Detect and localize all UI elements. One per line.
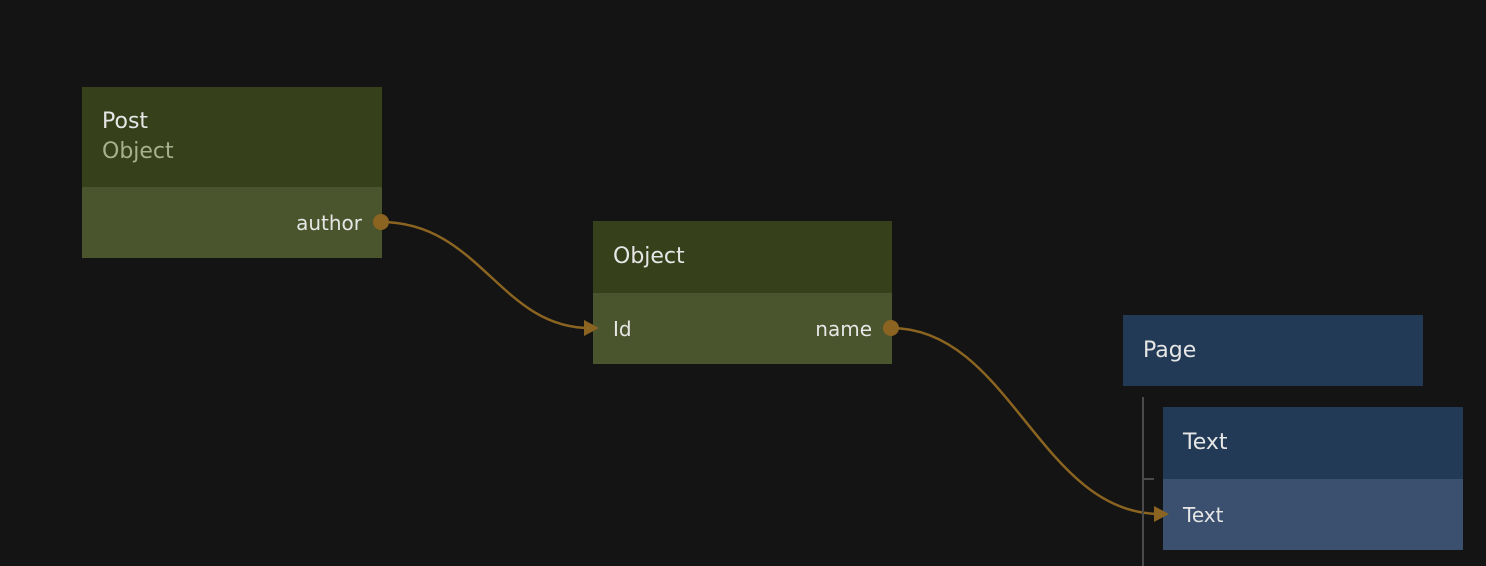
- node-post-port-row-author: author: [82, 187, 382, 258]
- node-post[interactable]: Post Object author: [82, 87, 382, 258]
- node-page-title: Page: [1143, 337, 1197, 363]
- node-object-port-row: Id name: [593, 293, 892, 364]
- port-label-name: name: [815, 316, 872, 341]
- node-post-subtitle: Object: [102, 139, 174, 164]
- node-graph-canvas[interactable]: Post Object author Object Id name Page T…: [0, 0, 1486, 566]
- wire-author-to-id[interactable]: [380, 220, 591, 330]
- tree-line-vertical: [1142, 397, 1144, 566]
- node-text[interactable]: Text Text: [1163, 407, 1463, 550]
- node-text-header[interactable]: Text: [1163, 407, 1463, 479]
- port-label-author: author: [296, 210, 362, 235]
- tree-line-branch: [1142, 478, 1154, 480]
- port-label-text: Text: [1183, 502, 1224, 527]
- node-post-header[interactable]: Post Object: [82, 87, 382, 187]
- node-object-title: Object: [613, 244, 685, 269]
- node-text-title: Text: [1183, 430, 1228, 455]
- wire-name-to-text[interactable]: [890, 326, 1161, 516]
- node-text-port-row: Text: [1163, 479, 1463, 550]
- node-object-header[interactable]: Object: [593, 221, 892, 293]
- port-label-id: Id: [613, 316, 632, 341]
- node-object[interactable]: Object Id name: [593, 221, 892, 364]
- node-post-title: Post: [102, 109, 149, 134]
- node-page[interactable]: Page: [1123, 315, 1423, 386]
- node-page-header[interactable]: Page: [1123, 315, 1423, 386]
